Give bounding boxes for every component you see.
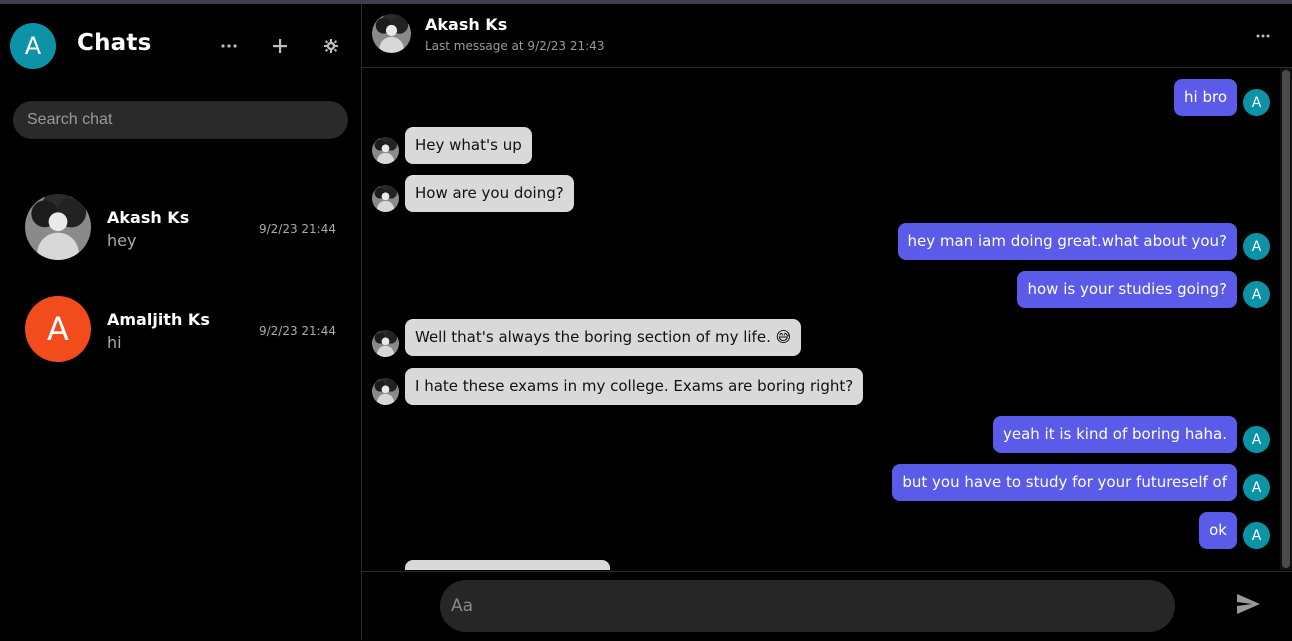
search-input[interactable] [13,101,348,139]
my-avatar: A [1243,233,1270,260]
contact-avatar [372,378,399,405]
message-bubble-incoming[interactable]: I hate these exams in my college. Exams … [405,368,864,405]
message-scrollbar[interactable] [1280,68,1292,570]
message-bubble-outgoing[interactable]: but you have to study for your futuresel… [892,464,1237,501]
last-message-time: 9/2/23 21:44 [258,222,336,236]
message-list[interactable]: hi bro A Hey what's up How are you doing… [362,68,1280,570]
message-bubble-outgoing[interactable]: yeah it is kind of boring haha. [992,416,1237,453]
my-avatar: A [1243,522,1270,549]
message-bubble-outgoing[interactable]: ok [1199,512,1237,549]
contact-name: Amaljith Ks [107,310,210,329]
sidebar-title: Chats [77,30,152,56]
message-bubble-incoming[interactable]: Hey what's up [405,127,532,164]
settings-icon[interactable] [319,34,343,58]
message-bubble-incoming[interactable]: How are you doing? [405,175,574,212]
message-bubble-incoming[interactable] [405,560,610,570]
message-input[interactable] [440,580,1175,632]
last-message: hi [107,333,122,352]
plus-icon[interactable] [268,34,292,58]
message-bubble-outgoing[interactable]: how is your studies going? [1017,271,1237,308]
message-bubble-outgoing[interactable]: hey man iam doing great.what about you? [897,223,1237,260]
contact-avatar[interactable] [372,14,411,53]
last-message-time: 9/2/23 21:44 [258,324,336,338]
chat-list-item[interactable]: Akash Ks hey 9/2/23 21:44 [0,187,361,277]
my-avatar: A [1243,89,1270,116]
my-avatar[interactable]: A [10,23,56,69]
contact-name: Akash Ks [425,15,508,34]
message-bubble-outgoing[interactable]: hi bro [1174,79,1237,116]
my-avatar: A [1243,474,1270,501]
more-icon[interactable] [217,34,241,58]
composer [362,571,1292,641]
chat-list-item[interactable]: A Amaljith Ks hi 9/2/23 21:44 [0,289,361,379]
contact-avatar [372,330,399,357]
contact-avatar [372,137,399,164]
contact-avatar [25,194,91,260]
last-message: hey [107,231,137,250]
contact-avatar: A [25,296,91,362]
chat-header: Akash Ks Last message at 9/2/23 21:43 [362,4,1292,68]
more-icon[interactable] [1256,26,1270,42]
send-icon[interactable] [1236,594,1262,618]
contact-avatar [372,185,399,212]
my-avatar: A [1243,281,1270,308]
message-bubble-incoming[interactable]: Well that's always the boring section of… [405,319,802,356]
scrollbar-thumb[interactable] [1282,70,1290,568]
sidebar: A Chats Akash Ks hey 9/2/23 21:44 A Amal… [0,4,362,640]
contact-name: Akash Ks [107,208,190,227]
my-avatar: A [1243,426,1270,453]
last-seen-text: Last message at 9/2/23 21:43 [425,39,605,53]
